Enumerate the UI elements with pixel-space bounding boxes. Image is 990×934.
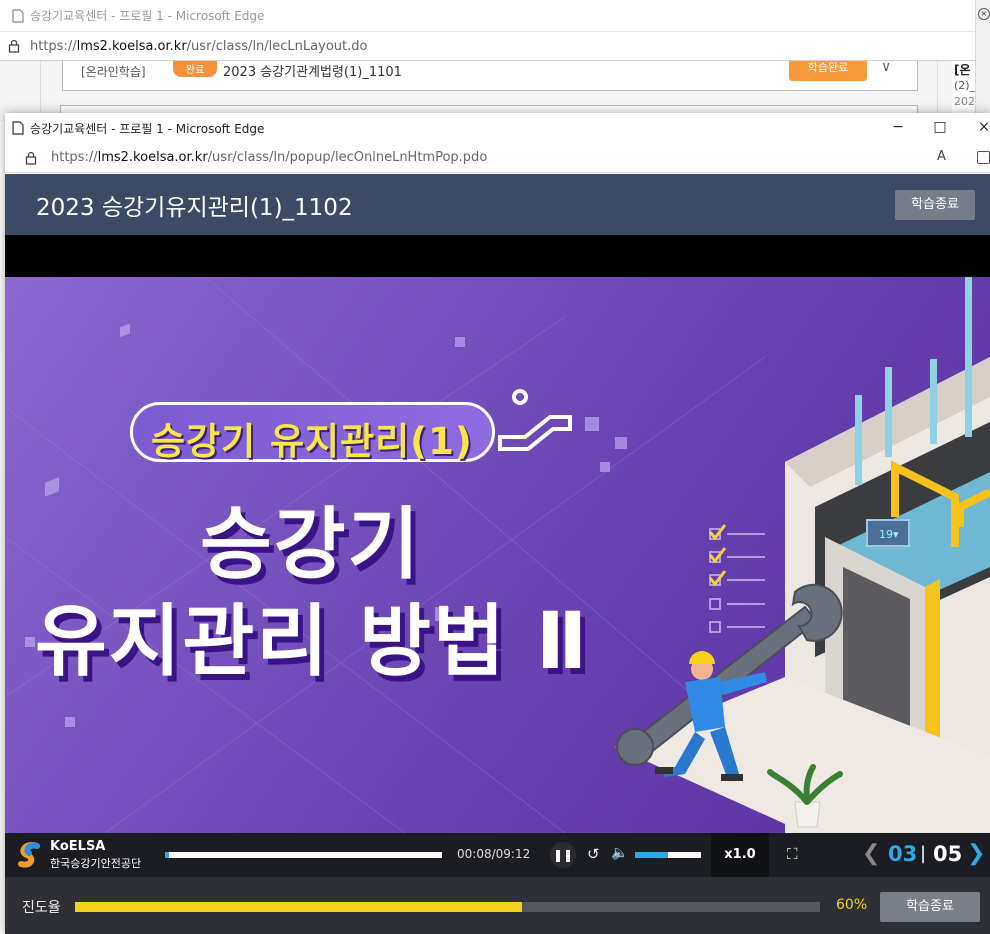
popup-title: 승강기교육센터 - 프로필 1 - Microsoft Edge bbox=[30, 121, 265, 136]
seek-bar-fill bbox=[165, 852, 169, 858]
total-pages: 05 bbox=[933, 842, 963, 866]
pill-title: 승강기 유지관리(1) bbox=[151, 420, 473, 463]
replay-icon[interactable]: ↺ bbox=[587, 845, 600, 863]
course-pill-banner: 승강기 유지관리(1) bbox=[130, 402, 495, 463]
video-headline-line1: 승강기 bbox=[200, 500, 422, 590]
minimize-icon[interactable]: − bbox=[889, 119, 907, 137]
close-circle-icon[interactable]: × bbox=[978, 8, 990, 20]
playback-speed-button[interactable]: x1.0 bbox=[711, 833, 769, 877]
video-illustration: 19▾ bbox=[5, 277, 990, 833]
brand-name-en: KoELSA bbox=[50, 839, 106, 854]
video-frame[interactable]: 19▾ 승강기 유지관리(1) 승강기 유지관리 방법 Ⅱ bbox=[5, 277, 990, 833]
player-control-bar: KoELSA 한국승강기안전공단 00:08/09:12 ❚❚ ↺ 🔈 x1.0… bbox=[5, 833, 990, 877]
maximize-icon[interactable]: □ bbox=[931, 119, 949, 137]
fullscreen-icon[interactable]: ⛶ bbox=[787, 845, 798, 863]
popup-address-bar[interactable]: https://lms2.koelsa.or.kr/usr/class/ln/p… bbox=[5, 143, 990, 173]
status-badge: 완료 bbox=[173, 61, 217, 77]
end-study-button[interactable]: 학습종료 bbox=[895, 190, 975, 220]
study-complete-button[interactable]: 학습완료 bbox=[789, 61, 867, 81]
time-display: 00:08/09:12 bbox=[457, 847, 531, 861]
volume-slider[interactable] bbox=[635, 852, 701, 858]
brand-name-ko: 한국승강기안전공단 bbox=[50, 857, 142, 870]
video-headline-line2: 유지관리 방법 Ⅱ bbox=[35, 597, 590, 687]
page-separator: | bbox=[920, 843, 927, 864]
lecture-title: 2023 승강기유지관리(1)_1102 bbox=[36, 195, 353, 221]
course-name: 2023 승강기관계법령(1)_1101 bbox=[223, 65, 402, 80]
volume-fill bbox=[635, 852, 668, 858]
video-letterbox bbox=[5, 235, 990, 277]
progress-footer: 진도율 60% 학습종료 bbox=[5, 877, 990, 934]
lock-icon bbox=[8, 39, 20, 53]
lecture-popup-window: 승강기교육센터 - 프로필 1 - Microsoft Edge − □ × h… bbox=[5, 113, 990, 934]
progress-label: 진도율 bbox=[22, 900, 61, 916]
koelsa-logo-icon bbox=[18, 842, 40, 868]
volume-icon[interactable]: 🔈 bbox=[611, 845, 628, 861]
progress-bar-fill bbox=[75, 902, 522, 912]
course-category: [온라인학습] bbox=[81, 65, 146, 79]
chevron-down-icon[interactable]: ∨ bbox=[881, 59, 891, 75]
lecture-header: 2023 승강기유지관리(1)_1102 학습종료 bbox=[5, 174, 990, 235]
seek-bar[interactable] bbox=[165, 852, 442, 858]
background-window-titlebar: 승강기교육센터 - 프로필 1 - Microsoft Edge bbox=[0, 0, 975, 32]
background-window-title: 승강기교육센터 - 프로필 1 - Microsoft Edge bbox=[30, 9, 265, 23]
popup-url[interactable]: https://lms2.koelsa.or.kr/usr/class/ln/p… bbox=[51, 150, 487, 165]
background-page-content: [온라인학습] 완료 2023 승강기관계법령(1)_1101 학습완료 ∨ bbox=[0, 59, 975, 121]
course-row[interactable]: [온라인학습] 완료 2023 승강기관계법령(1)_1101 학습완료 ∨ bbox=[62, 59, 918, 91]
previous-page-icon[interactable]: ❮ bbox=[862, 841, 880, 866]
extension-icon[interactable] bbox=[977, 151, 990, 164]
close-icon[interactable]: × bbox=[975, 119, 990, 137]
progress-percent: 60% bbox=[836, 897, 868, 913]
page-icon bbox=[12, 121, 24, 135]
current-page: 03 bbox=[888, 842, 918, 866]
pause-button[interactable]: ❚❚ bbox=[550, 842, 576, 868]
read-aloud-icon[interactable]: A bbox=[937, 149, 946, 164]
background-url[interactable]: https://lms2.koelsa.or.kr/usr/class/ln/l… bbox=[30, 39, 367, 54]
svg-text:19▾: 19▾ bbox=[879, 528, 899, 541]
lock-icon bbox=[25, 151, 37, 165]
next-page-icon[interactable]: ❯ bbox=[967, 841, 985, 866]
end-study-button-footer[interactable]: 학습종료 bbox=[880, 892, 980, 922]
popup-titlebar: 승강기교육센터 - 프로필 1 - Microsoft Edge − □ × bbox=[5, 113, 990, 143]
page-icon bbox=[12, 8, 24, 23]
background-address-bar[interactable]: https://lms2.koelsa.or.kr/usr/class/ln/l… bbox=[0, 32, 975, 61]
progress-bar bbox=[75, 902, 820, 912]
background-side-panel: [온 (2)_ 202 bbox=[952, 61, 975, 121]
